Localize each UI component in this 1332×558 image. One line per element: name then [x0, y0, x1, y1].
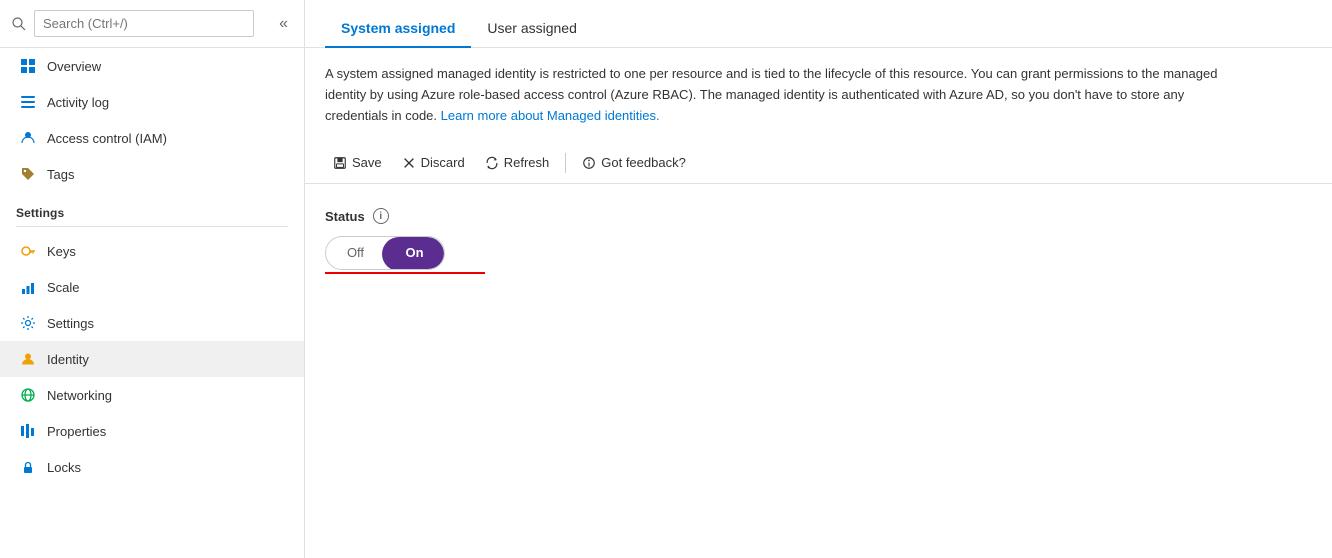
sidebar-item-access-control[interactable]: Access control (IAM) — [0, 120, 304, 156]
discard-button[interactable]: Discard — [394, 150, 473, 175]
save-button[interactable]: Save — [325, 150, 390, 175]
main-content: System assigned User assigned A system a… — [305, 0, 1332, 558]
feedback-label: Got feedback? — [601, 155, 686, 170]
status-section: Status i Off On — [305, 184, 1332, 298]
sidebar-item-networking-label: Networking — [47, 388, 112, 403]
toolbar: Save Discard Refresh — [305, 142, 1332, 184]
status-text: Status — [325, 209, 365, 224]
description-text: A system assigned managed identity is re… — [305, 48, 1265, 142]
sidebar: « Overview Activity log — [0, 0, 305, 558]
settings-divider — [16, 226, 288, 227]
status-toggle[interactable]: Off On — [325, 236, 445, 270]
sidebar-item-properties-label: Properties — [47, 424, 106, 439]
sidebar-item-keys[interactable]: Keys — [0, 233, 304, 269]
toggle-container: Off On — [325, 236, 1312, 270]
sidebar-item-identity[interactable]: Identity — [0, 341, 304, 377]
refresh-label: Refresh — [504, 155, 550, 170]
search-icon — [12, 17, 26, 31]
collapse-sidebar-button[interactable]: « — [275, 13, 292, 35]
sidebar-item-networking[interactable]: Networking — [0, 377, 304, 413]
lock-icon — [19, 458, 37, 476]
sidebar-item-scale[interactable]: Scale — [0, 269, 304, 305]
save-label: Save — [352, 155, 382, 170]
status-label-row: Status i — [325, 208, 1312, 224]
discard-label: Discard — [421, 155, 465, 170]
tab-user-assigned[interactable]: User assigned — [471, 10, 593, 48]
tag-icon — [19, 165, 37, 183]
sidebar-item-access-control-label: Access control (IAM) — [47, 131, 167, 146]
tab-system-assigned[interactable]: System assigned — [325, 10, 471, 48]
toggle-off-option: Off — [326, 236, 385, 270]
key-icon — [19, 242, 37, 260]
learn-more-link[interactable]: Learn more about Managed identities. — [441, 108, 660, 123]
sidebar-item-settings-label: Settings — [47, 316, 94, 331]
gear-icon — [19, 314, 37, 332]
list-icon — [19, 93, 37, 111]
feedback-icon — [582, 156, 596, 170]
sidebar-item-identity-label: Identity — [47, 352, 89, 367]
search-box: « — [0, 0, 304, 48]
sidebar-item-locks[interactable]: Locks — [0, 449, 304, 485]
sidebar-item-overview-label: Overview — [47, 59, 101, 74]
networking-icon — [19, 386, 37, 404]
sidebar-item-tags-label: Tags — [47, 167, 74, 182]
sidebar-item-activity-log[interactable]: Activity log — [0, 84, 304, 120]
settings-section-label: Settings — [0, 192, 304, 226]
grid-icon — [19, 57, 37, 75]
scale-icon — [19, 278, 37, 296]
person-icon — [19, 129, 37, 147]
refresh-button[interactable]: Refresh — [477, 150, 558, 175]
sidebar-item-properties[interactable]: Properties — [0, 413, 304, 449]
status-info-icon[interactable]: i — [373, 208, 389, 224]
tabs-row: System assigned User assigned — [305, 0, 1332, 48]
refresh-icon — [485, 156, 499, 170]
toggle-on-option: On — [385, 236, 444, 270]
sidebar-item-locks-label: Locks — [47, 460, 81, 475]
sidebar-item-activity-log-label: Activity log — [47, 95, 109, 110]
sidebar-item-settings[interactable]: Settings — [0, 305, 304, 341]
toggle-underline — [325, 272, 485, 274]
sidebar-item-tags[interactable]: Tags — [0, 156, 304, 192]
properties-icon — [19, 422, 37, 440]
identity-icon — [19, 350, 37, 368]
toolbar-divider — [565, 153, 566, 173]
sidebar-item-scale-label: Scale — [47, 280, 80, 295]
save-icon — [333, 156, 347, 170]
search-input[interactable] — [34, 10, 254, 37]
feedback-button[interactable]: Got feedback? — [574, 150, 694, 175]
sidebar-item-overview[interactable]: Overview — [0, 48, 304, 84]
discard-icon — [402, 156, 416, 170]
sidebar-item-keys-label: Keys — [47, 244, 76, 259]
